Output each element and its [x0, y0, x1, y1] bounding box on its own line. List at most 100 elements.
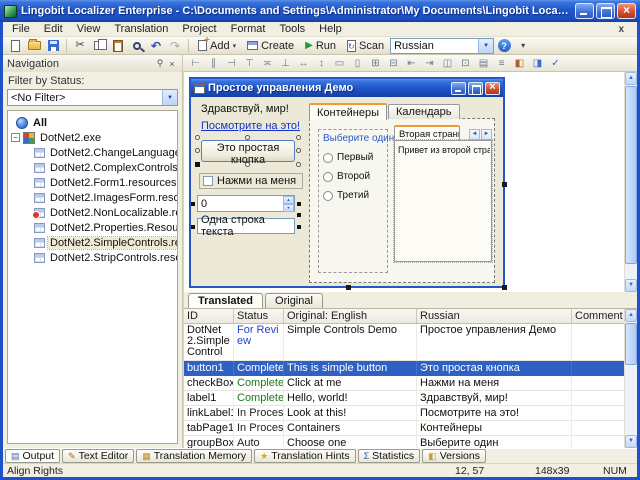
tree-item[interactable]: DotNet2.NonLocalizable.resources: [8, 205, 177, 220]
selection-handle[interactable]: [296, 135, 301, 140]
table-row[interactable]: DotNet2.SimpleControls.resources For Rev…: [184, 324, 624, 361]
scrollbar-thumb[interactable]: [625, 86, 637, 264]
tree-item[interactable]: DotNet2.ComplexControls.resources: [8, 160, 177, 175]
menu-item[interactable]: Tools: [272, 23, 312, 35]
tab-order-icon[interactable]: ≡: [493, 56, 510, 71]
selection-handle[interactable]: [296, 148, 301, 153]
tab-scroll-right-icon[interactable]: ►: [481, 129, 492, 140]
cell-comment[interactable]: [572, 391, 624, 405]
radio-option[interactable]: Третий: [323, 190, 387, 201]
cell-id[interactable]: button1: [184, 361, 234, 375]
radio-option[interactable]: Второй: [323, 171, 387, 182]
cell-status[interactable]: In Process: [234, 406, 284, 420]
make-same-size-icon[interactable]: ⊞: [367, 56, 384, 71]
collapse-icon[interactable]: −: [11, 133, 20, 142]
cell-russian[interactable]: Здравствуй, мир!: [417, 391, 572, 405]
column-header-comment[interactable]: Comment: [572, 309, 625, 323]
align-rights-icon[interactable]: ⊣: [223, 56, 240, 71]
cell-russian[interactable]: Это простая кнопка: [417, 361, 572, 375]
undo-icon[interactable]: ↶: [147, 38, 165, 54]
menu-item[interactable]: Format: [224, 23, 273, 35]
grid-vertical-scrollbar[interactable]: ▲ ▼: [624, 309, 637, 448]
selection-handle[interactable]: [195, 162, 200, 167]
cell-russian[interactable]: Посмотрите на это!: [417, 406, 572, 420]
bottom-tab[interactable]: ★ Translation Hints: [254, 449, 355, 463]
cell-comment[interactable]: [572, 421, 624, 435]
menu-item[interactable]: Project: [175, 23, 223, 35]
table-row[interactable]: checkBox1 Complete Click at me Нажми на …: [184, 376, 624, 391]
table-row[interactable]: tabPage1 In Process Containers Контейнер…: [184, 421, 624, 436]
tree-item[interactable]: DotNet2.SimpleControls.resources: [8, 235, 177, 250]
add-button[interactable]: Add ▾: [193, 38, 241, 54]
show-guides-icon[interactable]: ◧: [511, 56, 528, 71]
scroll-up-icon[interactable]: ▲: [625, 72, 637, 85]
validate-translation-icon[interactable]: ✓: [547, 56, 564, 71]
menu-item[interactable]: Help: [312, 23, 349, 35]
cell-status[interactable]: Complete: [234, 376, 284, 390]
preview-close-button[interactable]: [485, 82, 500, 95]
cut-icon[interactable]: ✂: [71, 38, 89, 54]
table-row[interactable]: label1 Complete Hello, world! Здравствуй…: [184, 391, 624, 406]
size-to-text-icon[interactable]: ⊟: [385, 56, 402, 71]
pin-icon[interactable]: ⚲: [154, 58, 166, 69]
run-button[interactable]: ▶ Run: [300, 38, 341, 54]
scan-button[interactable]: Scan: [342, 38, 389, 54]
cell-original[interactable]: Containers: [284, 421, 417, 435]
preview-minimize-button[interactable]: [451, 82, 466, 95]
menu-item[interactable]: Edit: [37, 23, 70, 35]
cell-id[interactable]: groupBox1: [184, 436, 234, 448]
menu-item[interactable]: View: [70, 23, 108, 35]
spin-down-icon[interactable]: ▼: [283, 204, 294, 212]
cell-id[interactable]: DotNet2.SimpleControls.resources: [184, 324, 234, 360]
grid-tab[interactable]: Translated: [188, 293, 263, 308]
cell-original[interactable]: Click at me: [284, 376, 417, 390]
align-to-grid-icon[interactable]: ▤: [475, 56, 492, 71]
close-button[interactable]: [617, 3, 636, 19]
radio-circle-icon[interactable]: [323, 191, 333, 201]
selection-handle[interactable]: [195, 135, 200, 140]
textbox-value[interactable]: Одна строка текста: [201, 214, 294, 238]
column-header-russian[interactable]: Russian: [417, 309, 572, 323]
add-dropdown-icon[interactable]: ▾: [233, 42, 237, 50]
align-middles-icon[interactable]: ≍: [259, 56, 276, 71]
table-row[interactable]: groupBox1 Auto Choose one Выберите один: [184, 436, 624, 448]
click-at-me-checkbox[interactable]: Нажми на меня: [199, 173, 303, 189]
simple-button[interactable]: Это простая кнопка: [201, 140, 295, 162]
preview-maximize-button[interactable]: [468, 82, 483, 95]
tab-scroll-left-icon[interactable]: ◄: [469, 129, 480, 140]
cell-comment[interactable]: [572, 376, 624, 390]
scroll-down-icon[interactable]: ▼: [625, 279, 637, 292]
selection-handle[interactable]: [191, 225, 195, 229]
scrollbar-thumb[interactable]: [625, 323, 637, 365]
cell-status[interactable]: For Review: [234, 324, 284, 360]
scroll-up-icon[interactable]: ▲: [625, 309, 637, 322]
new-icon[interactable]: [6, 38, 24, 54]
column-header-original[interactable]: Original: English: [284, 309, 417, 323]
maximize-button[interactable]: [596, 3, 615, 19]
grow-largest-width-icon[interactable]: ⇤: [403, 56, 420, 71]
align-tops-icon[interactable]: ⊤: [241, 56, 258, 71]
checkbox-box-icon[interactable]: [203, 176, 213, 186]
preview-dialog[interactable]: Простое управления Демо Здравствуй, мир!…: [189, 77, 505, 288]
radio-option[interactable]: Первый: [323, 152, 387, 163]
tree-item[interactable]: DotNet2.Form1.resources: [8, 175, 177, 190]
cell-id[interactable]: checkBox1: [184, 376, 234, 390]
radio-circle-icon[interactable]: [323, 153, 333, 163]
cell-id[interactable]: linkLabel1: [184, 406, 234, 420]
bottom-tab[interactable]: ✎ Text Editor: [62, 449, 134, 463]
status-filter-dropdown-icon[interactable]: ▼: [162, 90, 177, 105]
cell-original[interactable]: Choose one: [284, 436, 417, 448]
center-vertical-icon[interactable]: ⊡: [457, 56, 474, 71]
column-header-id[interactable]: ID: [184, 309, 234, 323]
form-selection-handle[interactable]: [502, 182, 507, 187]
cell-comment[interactable]: [572, 436, 624, 448]
cell-status[interactable]: In Process: [234, 421, 284, 435]
tree-item[interactable]: DotNet2.StripControls.resources: [8, 250, 177, 265]
cell-status[interactable]: Complete: [234, 391, 284, 405]
dialog-editor-canvas[interactable]: Простое управления Демо Здравствуй, мир!…: [183, 72, 637, 292]
copy-icon[interactable]: [90, 38, 108, 54]
find-icon[interactable]: [128, 38, 146, 54]
space-down-icon[interactable]: ↕: [313, 56, 330, 71]
language-dropdown-icon[interactable]: ▼: [478, 39, 493, 53]
grow-largest-height-icon[interactable]: ⇥: [421, 56, 438, 71]
